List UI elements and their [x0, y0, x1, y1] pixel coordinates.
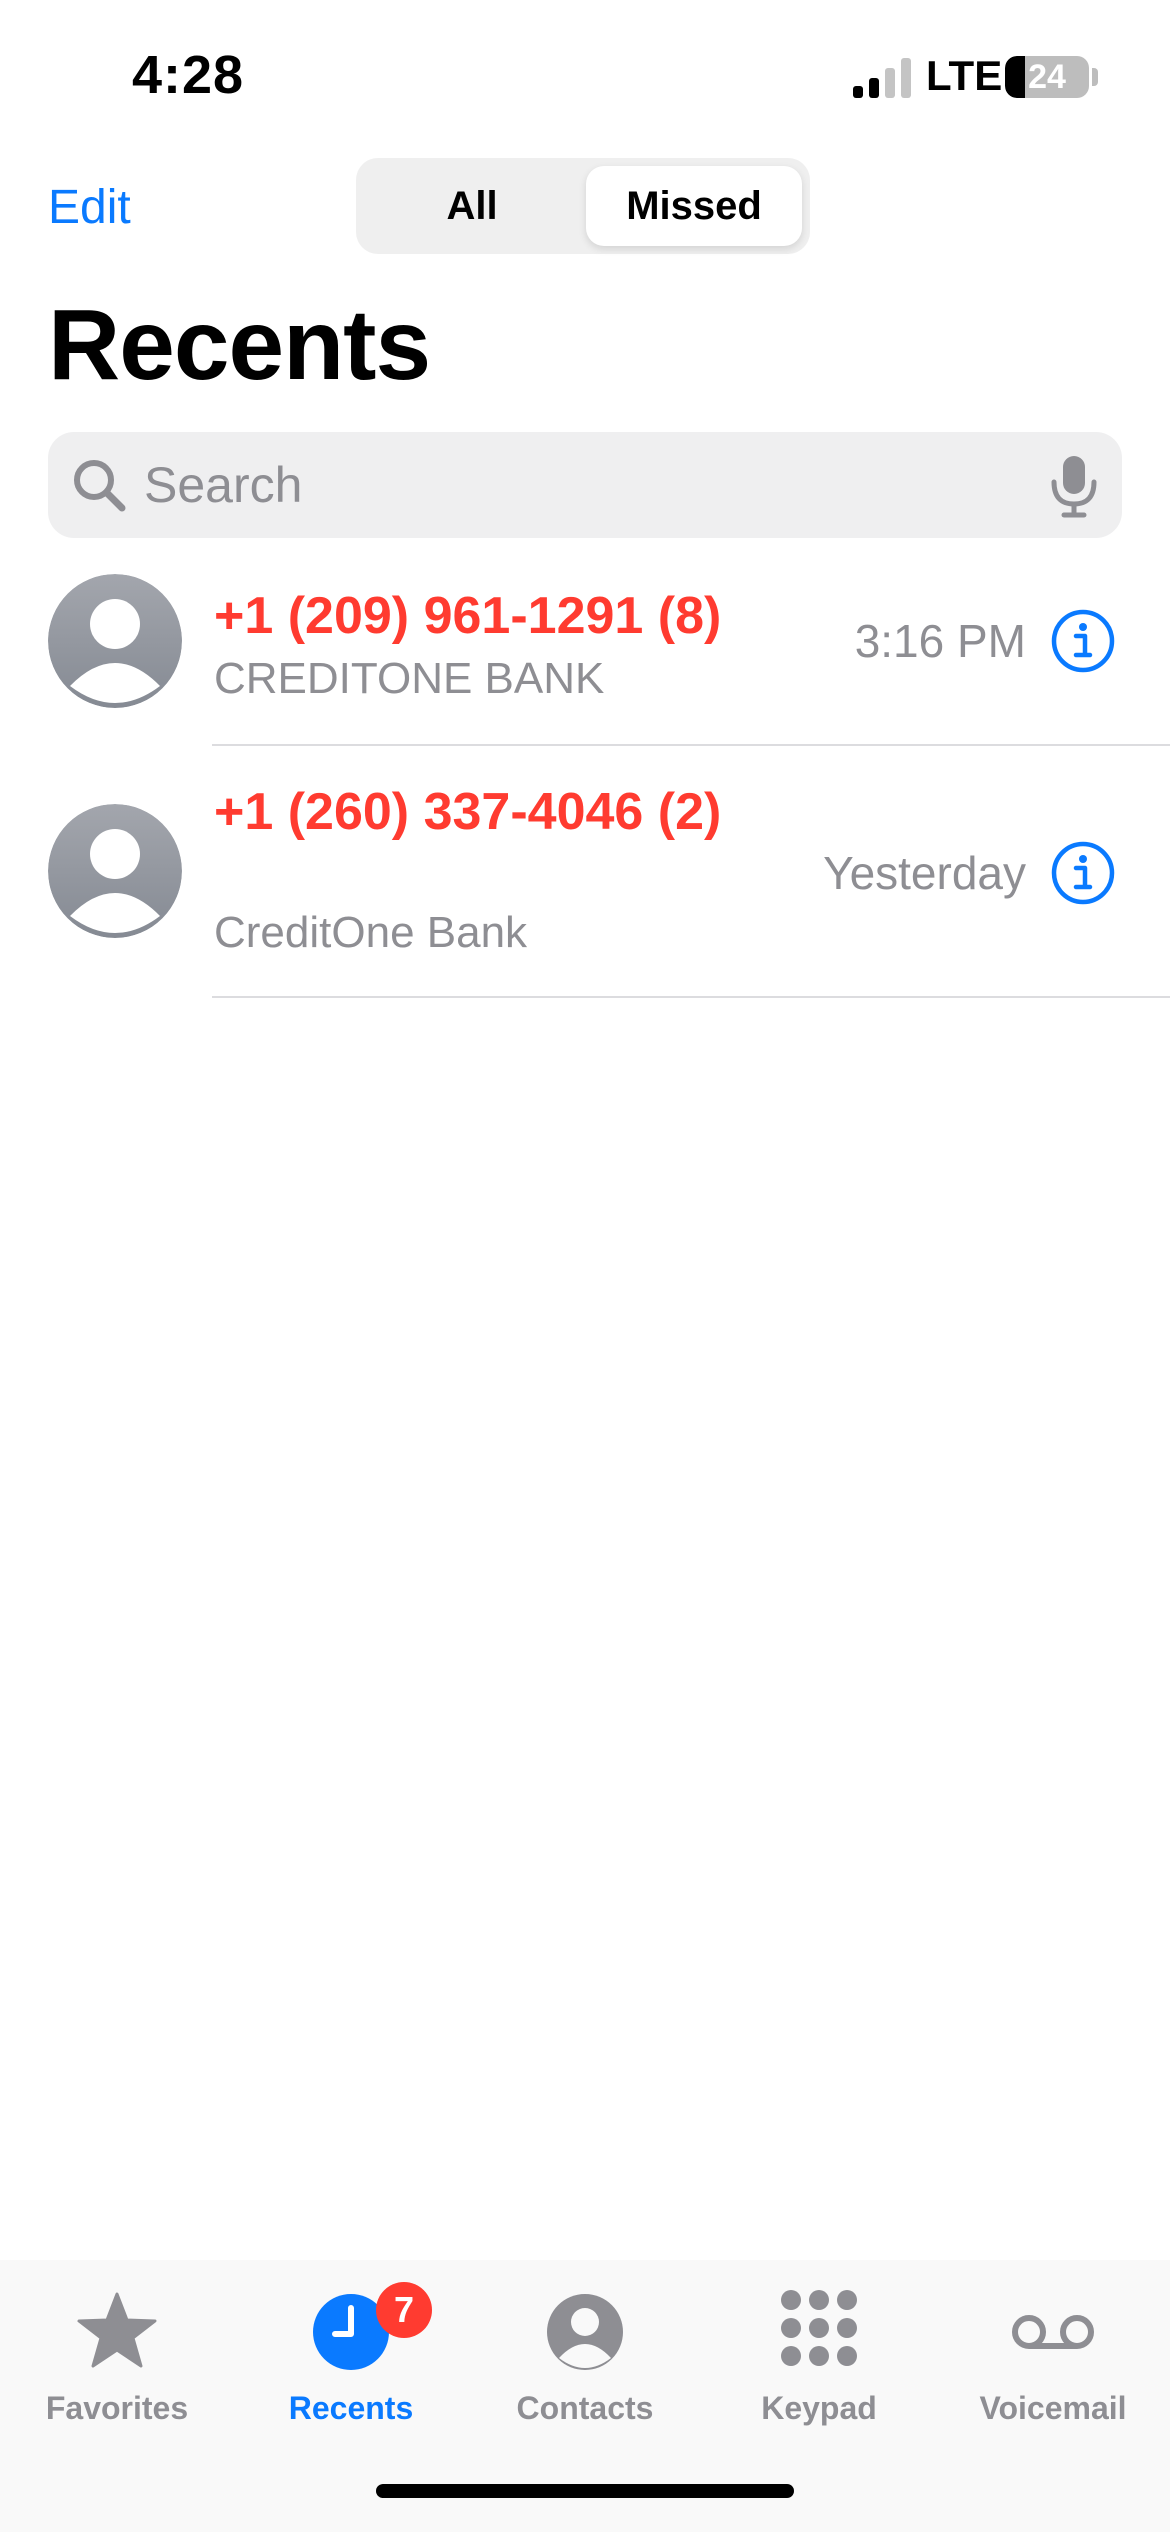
- filter-segmented-control: All Missed: [356, 158, 810, 254]
- caller-label: CREDITONE BANK: [214, 654, 605, 703]
- tab-label: Contacts: [516, 2390, 654, 2426]
- tab-contacts[interactable]: Contacts: [468, 2290, 702, 2440]
- call-time: 3:16 PM: [854, 615, 1026, 667]
- tab-favorites[interactable]: Favorites: [0, 2290, 234, 2440]
- info-icon[interactable]: [1050, 608, 1116, 674]
- cellular-signal-icon: [853, 58, 911, 98]
- info-icon[interactable]: [1050, 840, 1116, 906]
- person-circle-icon: [547, 2294, 623, 2370]
- tab-label: Favorites: [45, 2390, 189, 2426]
- keypad-icon: [781, 2290, 857, 2366]
- search-icon: [74, 460, 126, 512]
- tab-label: Recents: [288, 2390, 414, 2426]
- network-type: LTE: [926, 52, 1003, 99]
- contact-avatar-icon: [48, 804, 182, 938]
- tab-keypad[interactable]: Keypad: [702, 2290, 936, 2440]
- voicemail-icon: [1012, 2315, 1094, 2349]
- segment-all[interactable]: All: [364, 166, 580, 246]
- tab-recents[interactable]: 7 Recents: [234, 2282, 468, 2440]
- call-time: Yesterday: [823, 847, 1026, 899]
- status-bar: 4:28 LTE 24: [0, 0, 1170, 150]
- caller-name: +1 (260) 337-4046 (2): [214, 783, 722, 841]
- caller-label: CreditOne Bank: [214, 908, 528, 957]
- search-input[interactable]: [144, 432, 994, 538]
- microphone-icon[interactable]: [1048, 454, 1100, 518]
- edit-button[interactable]: Edit: [48, 180, 131, 235]
- segment-missed[interactable]: Missed: [586, 166, 802, 246]
- status-time: 4:28: [132, 45, 245, 105]
- call-row[interactable]: +1 (209) 961-1291 (8) CREDITONE BANK 3:1…: [0, 556, 1170, 746]
- contact-avatar-icon: [48, 574, 182, 708]
- tab-label: Voicemail: [979, 2390, 1127, 2426]
- battery-cap: [1092, 68, 1098, 86]
- caller-name: +1 (209) 961-1291 (8): [214, 587, 722, 645]
- star-icon: [77, 2292, 157, 2368]
- battery-icon: 24: [1005, 56, 1089, 98]
- search-bar: [48, 432, 1122, 538]
- tab-voicemail[interactable]: Voicemail: [936, 2290, 1170, 2440]
- missed-count-badge: 7: [376, 2282, 432, 2338]
- call-row[interactable]: +1 (260) 337-4046 (2) CreditOne Bank Yes…: [0, 746, 1170, 998]
- tab-label: Keypad: [761, 2390, 877, 2426]
- battery-percent: 24: [1028, 58, 1066, 96]
- home-indicator[interactable]: [376, 2484, 794, 2498]
- page-title: Recents: [48, 289, 431, 401]
- row-divider: [212, 996, 1170, 998]
